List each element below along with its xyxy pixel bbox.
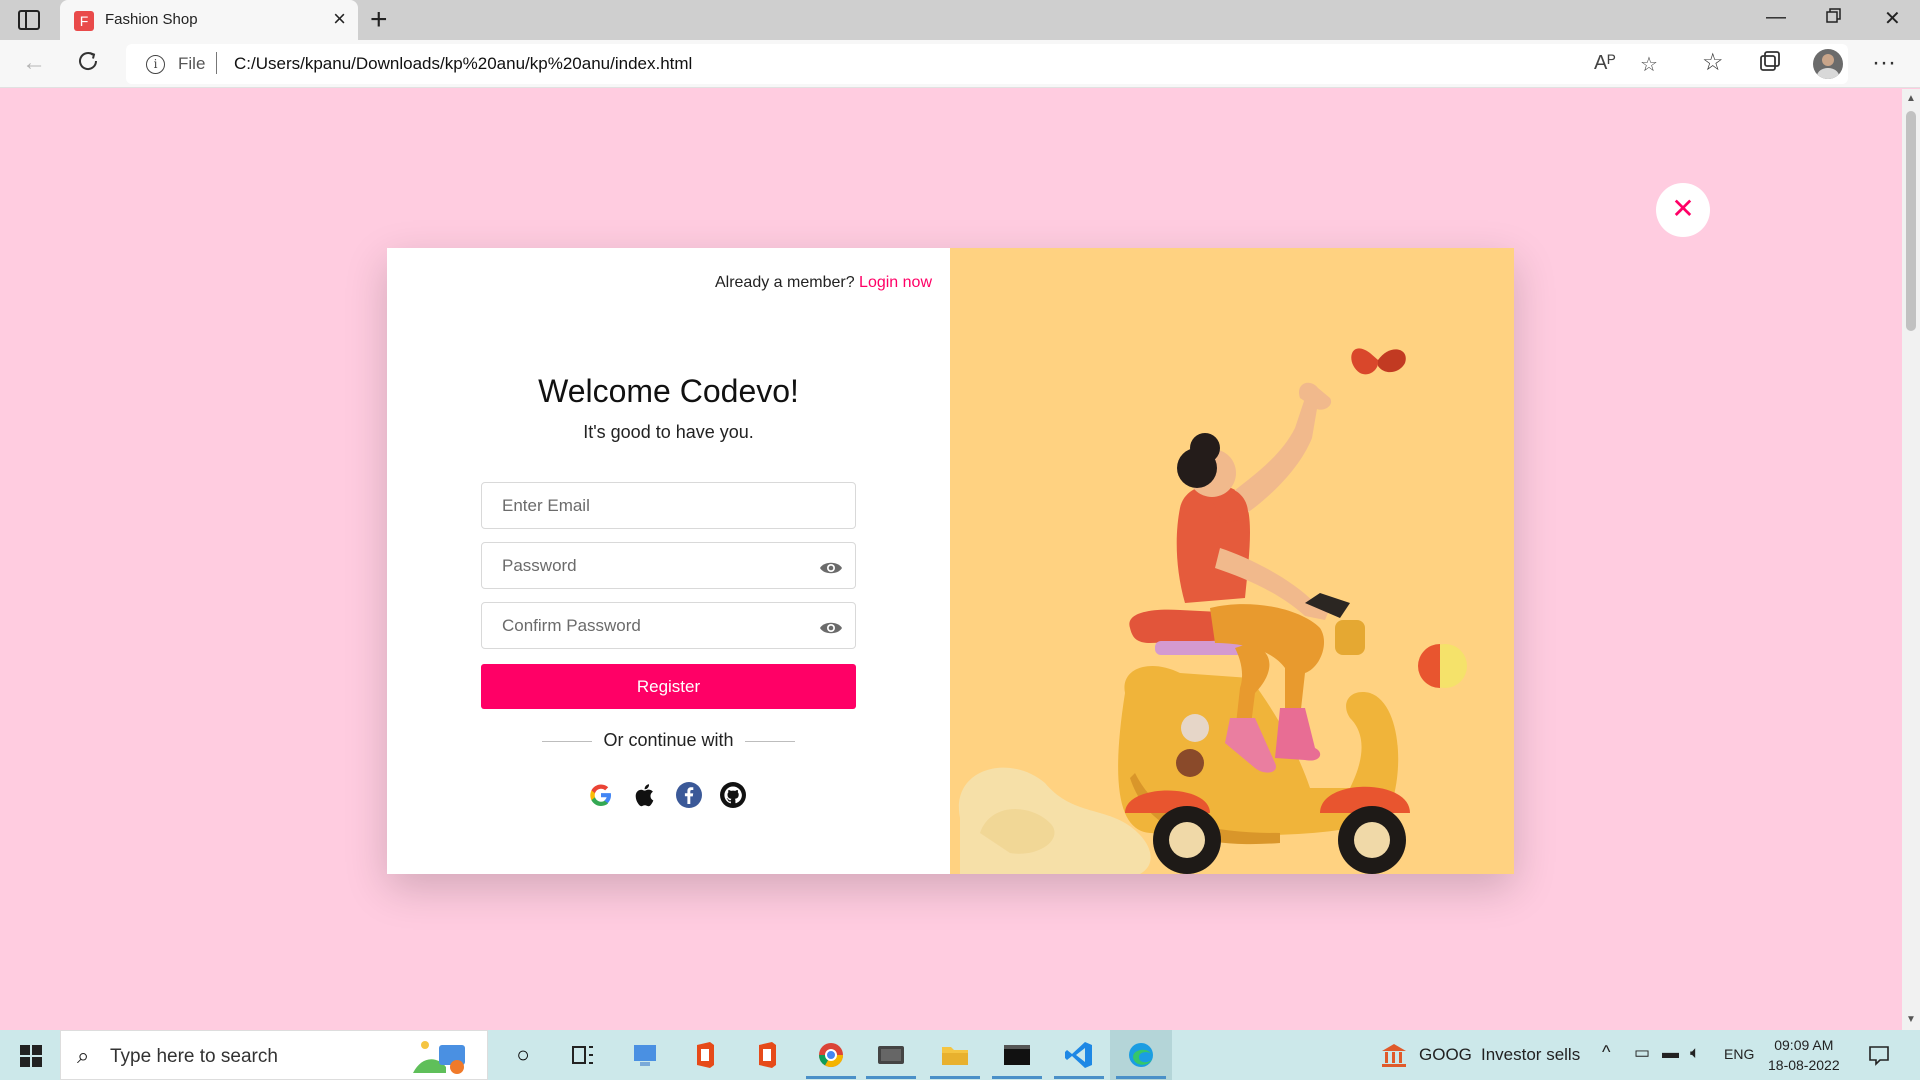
welcome-title: Welcome Codevo! — [538, 373, 799, 409]
page-viewport: ✕ Already a member? Login now Welcome Co… — [0, 89, 1920, 1030]
facebook-icon[interactable] — [675, 781, 703, 809]
edge-active-indicator — [1116, 1076, 1166, 1079]
windows-taskbar: ⌕ Type here to search ○ GOOG Investor se… — [0, 1030, 1920, 1080]
back-icon[interactable]: ← — [22, 49, 46, 77]
scroll-thumb[interactable] — [1906, 111, 1916, 331]
battery-icon[interactable]: ▬ — [1662, 1043, 1679, 1063]
terminal-active-indicator — [992, 1076, 1042, 1079]
explorer-active-indicator — [930, 1076, 980, 1079]
new-tab-icon[interactable]: + — [370, 3, 388, 37]
media-active-indicator — [866, 1076, 916, 1079]
search-placeholder: Type here to search — [110, 1046, 278, 1067]
chrome-active-indicator — [806, 1076, 856, 1079]
scooter-illustration — [958, 348, 1467, 874]
member-prompt: Already a member? Login now — [715, 274, 932, 292]
welcome-subtitle: It's good to have you. — [583, 422, 754, 442]
modal-close-button[interactable]: ✕ — [1656, 183, 1710, 237]
illustration-pane — [950, 248, 1514, 874]
tab-actions-icon[interactable] — [18, 10, 40, 30]
tab-title: Fashion Shop — [105, 11, 198, 28]
favorites-icon[interactable]: ☆ — [1702, 49, 1724, 77]
search-icon: ⌕ — [77, 1043, 90, 1068]
restore-icon[interactable] — [1824, 6, 1844, 32]
favicon-icon: F — [74, 11, 94, 31]
taskbar-search[interactable]: ⌕ Type here to search — [60, 1030, 488, 1080]
notifications-icon[interactable] — [1868, 1044, 1890, 1066]
form-pane: Already a member? Login now Welcome Code… — [387, 248, 950, 874]
tray-overflow-icon[interactable]: ^ — [1602, 1042, 1610, 1063]
terminal-app-icon[interactable] — [1000, 1039, 1034, 1071]
password-input[interactable] — [482, 543, 855, 588]
profile-avatar[interactable] — [1813, 49, 1843, 79]
add-favorite-icon[interactable]: ☆ — [1640, 52, 1658, 77]
show-password-icon[interactable] — [819, 560, 843, 576]
language-indicator[interactable]: ENG — [1724, 1046, 1754, 1062]
minimize-icon[interactable]: — — [1766, 6, 1786, 29]
register-button[interactable]: Register — [481, 664, 856, 709]
chrome-app-icon[interactable] — [814, 1039, 848, 1071]
address-separator — [216, 52, 217, 74]
office-app-icon-2[interactable] — [750, 1039, 784, 1071]
more-menu-icon[interactable]: ··· — [1872, 49, 1896, 77]
address-bar[interactable]: i File C:/Users/kpanu/Downloads/kp%20anu… — [126, 44, 1848, 84]
scheme-label: File — [178, 54, 206, 73]
google-icon[interactable] — [587, 781, 615, 809]
refresh-icon[interactable] — [76, 49, 100, 80]
browser-tab[interactable]: F Fashion Shop × — [60, 0, 358, 40]
edge-app-icon[interactable] — [1124, 1039, 1158, 1071]
taskbar-clock[interactable]: 09:09 AM 18-08-2022 — [1768, 1035, 1840, 1075]
window-close-icon[interactable]: ✕ — [1884, 6, 1901, 31]
office-app-icon[interactable] — [688, 1039, 722, 1071]
vscode-app-icon[interactable] — [1062, 1039, 1096, 1071]
confirm-password-input[interactable] — [482, 603, 855, 648]
news-ticker[interactable]: GOOG — [1419, 1045, 1472, 1065]
show-confirm-password-icon[interactable] — [819, 620, 843, 636]
continue-with-label: Or continue with — [603, 730, 734, 750]
scroll-down-icon[interactable]: ▼ — [1906, 1014, 1916, 1025]
read-aloud-icon[interactable]: Aᴾ — [1594, 52, 1616, 75]
email-input[interactable] — [482, 483, 855, 528]
meet-now-icon[interactable]: ▭ — [1634, 1043, 1650, 1063]
bank-icon[interactable] — [1380, 1041, 1408, 1069]
tab-close-icon[interactable]: × — [333, 7, 346, 31]
media-app-icon[interactable] — [874, 1039, 908, 1071]
task-view-icon[interactable] — [566, 1039, 600, 1071]
news-text[interactable]: Investor sells — [1481, 1045, 1580, 1065]
file-explorer-icon[interactable] — [938, 1039, 972, 1071]
member-prompt-text: Already a member? — [714, 274, 855, 291]
apple-icon[interactable] — [631, 781, 659, 809]
browser-toolbar: ← i File C:/Users/kpanu/Downloads/kp%20a… — [0, 40, 1920, 88]
url-text[interactable]: C:/Users/kpanu/Downloads/kp%20anu/kp%20a… — [234, 54, 692, 74]
register-modal: Already a member? Login now Welcome Code… — [387, 248, 1514, 874]
github-icon[interactable] — [719, 781, 747, 809]
vscode-active-indicator — [1054, 1076, 1104, 1079]
search-highlight-icon — [413, 1041, 465, 1074]
password-field[interactable] — [481, 542, 856, 589]
clock-time: 09:09 AM — [1774, 1037, 1834, 1053]
collections-icon[interactable] — [1758, 49, 1782, 80]
clock-date: 18-08-2022 — [1768, 1057, 1840, 1073]
email-field[interactable] — [481, 482, 856, 529]
page-scrollbar[interactable]: ▲ ▼ — [1902, 89, 1920, 1030]
info-icon[interactable]: i — [146, 55, 165, 74]
login-link[interactable]: Login now — [859, 274, 932, 291]
volume-icon[interactable]: 🔈︎ — [1690, 1043, 1700, 1063]
tab-strip: F Fashion Shop × + — ✕ — [0, 0, 1920, 40]
windows-start-icon[interactable] — [20, 1045, 42, 1067]
confirm-password-field[interactable] — [481, 602, 856, 649]
cortana-icon[interactable]: ○ — [506, 1039, 540, 1071]
divider-right — [745, 741, 795, 742]
scroll-up-icon[interactable]: ▲ — [1906, 93, 1916, 104]
computer-app-icon[interactable] — [628, 1039, 662, 1071]
